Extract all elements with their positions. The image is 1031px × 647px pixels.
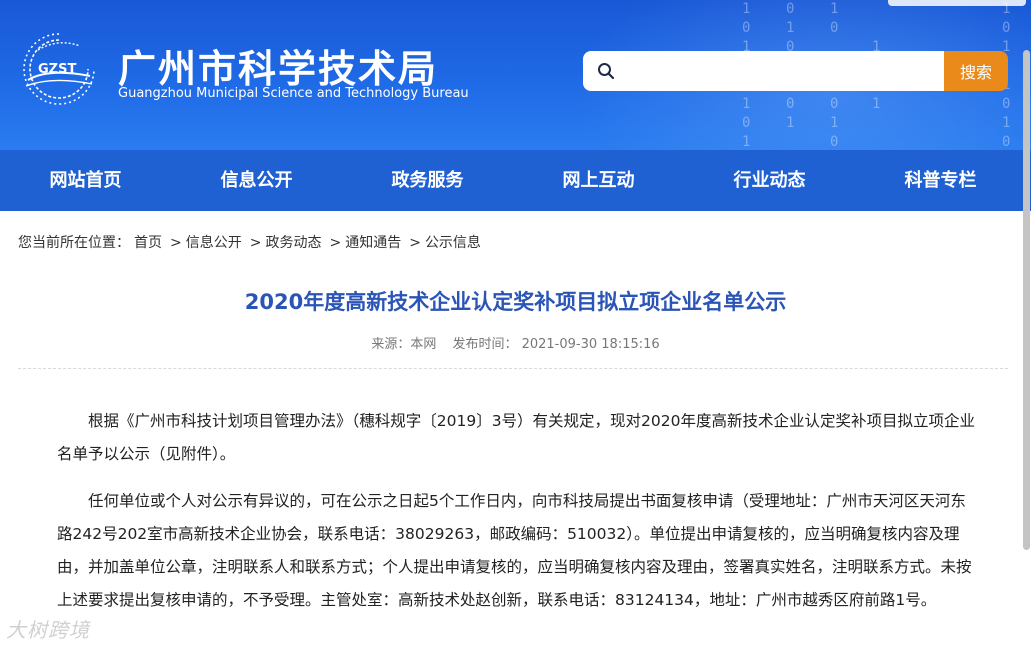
search-button[interactable]: 搜索 (944, 51, 1008, 91)
breadcrumb-prefix: 您当前所在位置： (18, 235, 130, 251)
site-title: 广州市科学技术局 (118, 47, 439, 91)
article-publish-time: 发布时间： 2021-09-30 18:15:16 (452, 337, 660, 352)
nav-item-home[interactable]: 网站首页 (0, 150, 171, 211)
search-icon (597, 62, 615, 84)
gzst-logo[interactable]: GZST (18, 28, 100, 110)
breadcrumb-separator: > (329, 235, 342, 251)
article-paragraph: 根据《广州市科技计划项目管理办法》（穗科规字〔2019〕3号）有关规定，现对20… (57, 412, 976, 463)
nav-item-science-column[interactable]: 科普专栏 (855, 150, 1026, 211)
breadcrumb-separator: > (249, 235, 262, 251)
site-header: 1 0 1 0 1 0 1 0 0 1 0 1 0 1 1 0 0 1 0 1 … (0, 0, 1031, 150)
article-paragraph: 任何单位或个人对公示有异议的，可在公示之日起5个工作日内，向市科技局提出书面复核… (57, 492, 972, 609)
breadcrumb: 您当前所在位置： 首页 > 信息公开 > 政务动态 > 通知通告 > 公示信息 (18, 232, 485, 252)
article-title: 2020年度高新技术企业认定奖补项目拟立项企业名单公示 (244, 290, 787, 314)
search-box (583, 51, 945, 91)
scrollbar-thumb[interactable] (1023, 50, 1030, 550)
article-meta: 来源：本网 发布时间： 2021-09-30 18:15:16 (0, 333, 1031, 352)
logo-text: GZST (38, 62, 76, 77)
breadcrumb-link-public-info[interactable]: 公示信息 (425, 235, 481, 251)
breadcrumb-separator: > (170, 235, 182, 251)
main-nav: 网站首页 信息公开 政务服务 网上互动 行业动态 科普专栏 (0, 150, 1031, 211)
breadcrumb-separator: > (409, 235, 421, 251)
divider (18, 368, 1008, 369)
nav-item-info-disclosure[interactable]: 信息公开 (171, 150, 342, 211)
watermark: 大树跨境 (6, 618, 90, 642)
article-source: 来源：本网 (371, 337, 437, 352)
nav-item-online-interaction[interactable]: 网上互动 (513, 150, 684, 211)
nav-item-industry-news[interactable]: 行业动态 (684, 150, 855, 211)
site-title-english: Guangzhou Municipal Science and Technolo… (118, 86, 469, 101)
breadcrumb-link-gov-news[interactable]: 政务动态 (265, 235, 321, 251)
page-scrollbar[interactable] (1022, 50, 1031, 550)
search-input[interactable] (623, 57, 937, 87)
breadcrumb-link-info[interactable]: 信息公开 (186, 235, 242, 251)
breadcrumb-link-notices[interactable]: 通知通告 (345, 235, 401, 251)
nav-item-gov-services[interactable]: 政务服务 (342, 150, 513, 211)
breadcrumb-link-home[interactable]: 首页 (134, 235, 162, 251)
article-body: 根据《广州市科技计划项目管理办法》（穗科规字〔2019〕3号）有关规定，现对20… (57, 405, 977, 631)
